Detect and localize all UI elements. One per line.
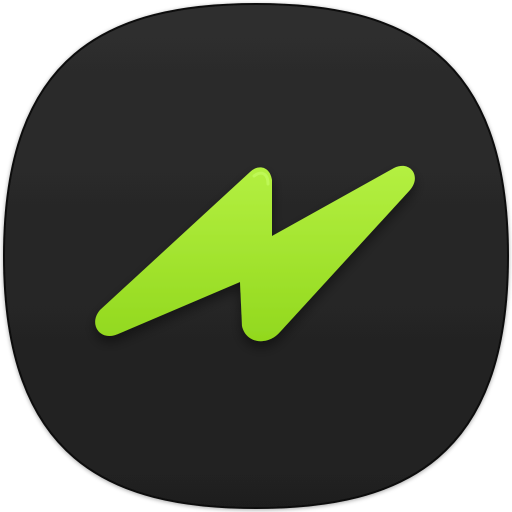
- app-icon: [2, 2, 510, 510]
- app-icon-canvas: [0, 0, 512, 512]
